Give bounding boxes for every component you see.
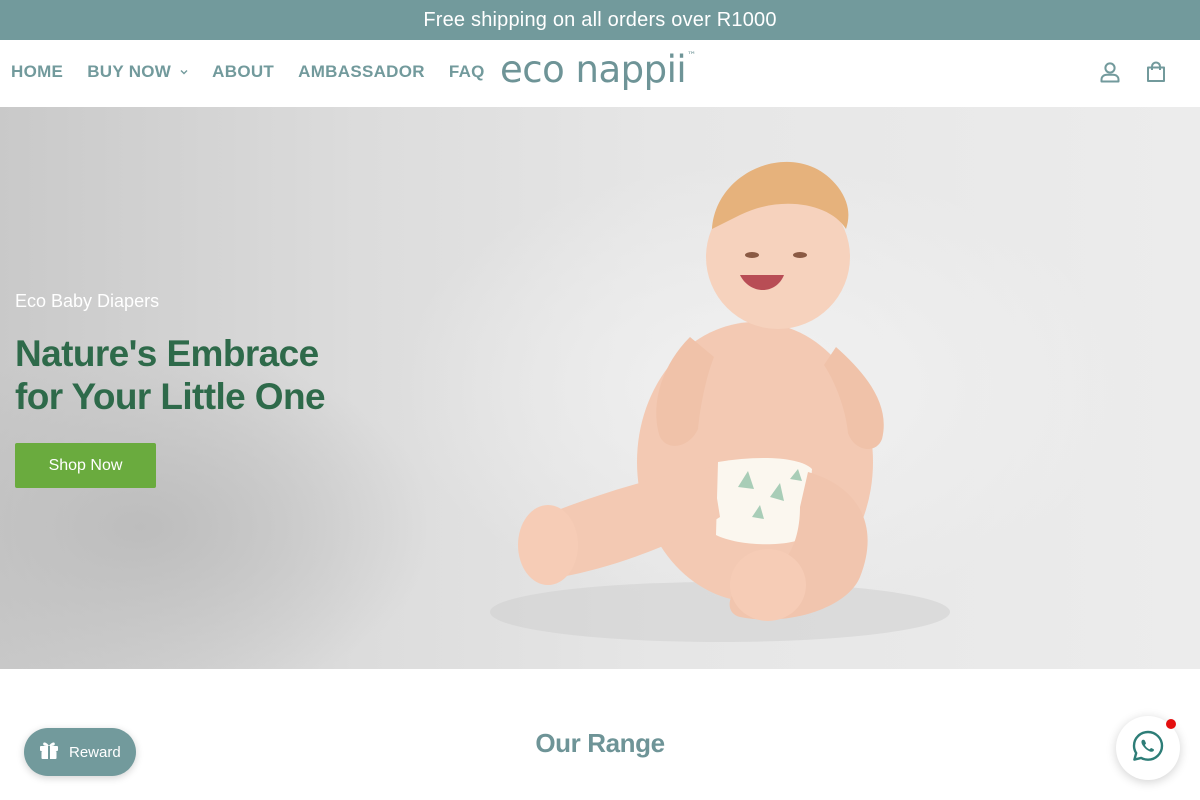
chat-notification-dot [1166,719,1176,729]
site-header: HOME BUY NOW ABOUT AMBASSADOR FAQ eco na… [0,40,1200,107]
hero-title: Nature's Embrace for Your Little One [15,332,326,418]
whatsapp-icon [1131,729,1165,768]
hero-title-line-2: for Your Little One [15,376,326,417]
logo-trademark: ™ [687,51,696,61]
cart-icon[interactable] [1144,60,1168,84]
nav-about[interactable]: ABOUT [212,62,274,82]
reward-button[interactable]: Reward [24,728,136,776]
nav-home[interactable]: HOME [11,62,63,82]
hero-eyebrow: Eco Baby Diapers [15,291,160,311]
logo-text: eco nappii [500,48,687,91]
nav-faq[interactable]: FAQ [449,62,485,82]
announcement-bar: Free shipping on all orders over R1000 [0,0,1200,40]
site-logo[interactable]: eco nappii™ [500,48,700,92]
announcement-text: Free shipping on all orders over R1000 [423,8,777,31]
nav-ambassador[interactable]: AMBASSADOR [298,62,425,82]
main-nav: HOME BUY NOW ABOUT AMBASSADOR FAQ [11,40,509,103]
shop-now-button[interactable]: Shop Now [15,443,156,488]
our-range-heading: Our Range [535,728,665,758]
gift-icon [38,739,60,766]
nav-buy-now[interactable]: BUY NOW [87,62,188,82]
account-icon[interactable] [1098,60,1122,84]
chevron-down-icon [180,69,188,75]
reward-label: Reward [69,743,121,761]
nav-buy-now-label: BUY NOW [87,61,172,81]
hero-banner: Eco Baby Diapers Nature's Embrace for Yo… [0,107,1200,669]
hero-title-line-1: Nature's Embrace [15,333,319,374]
